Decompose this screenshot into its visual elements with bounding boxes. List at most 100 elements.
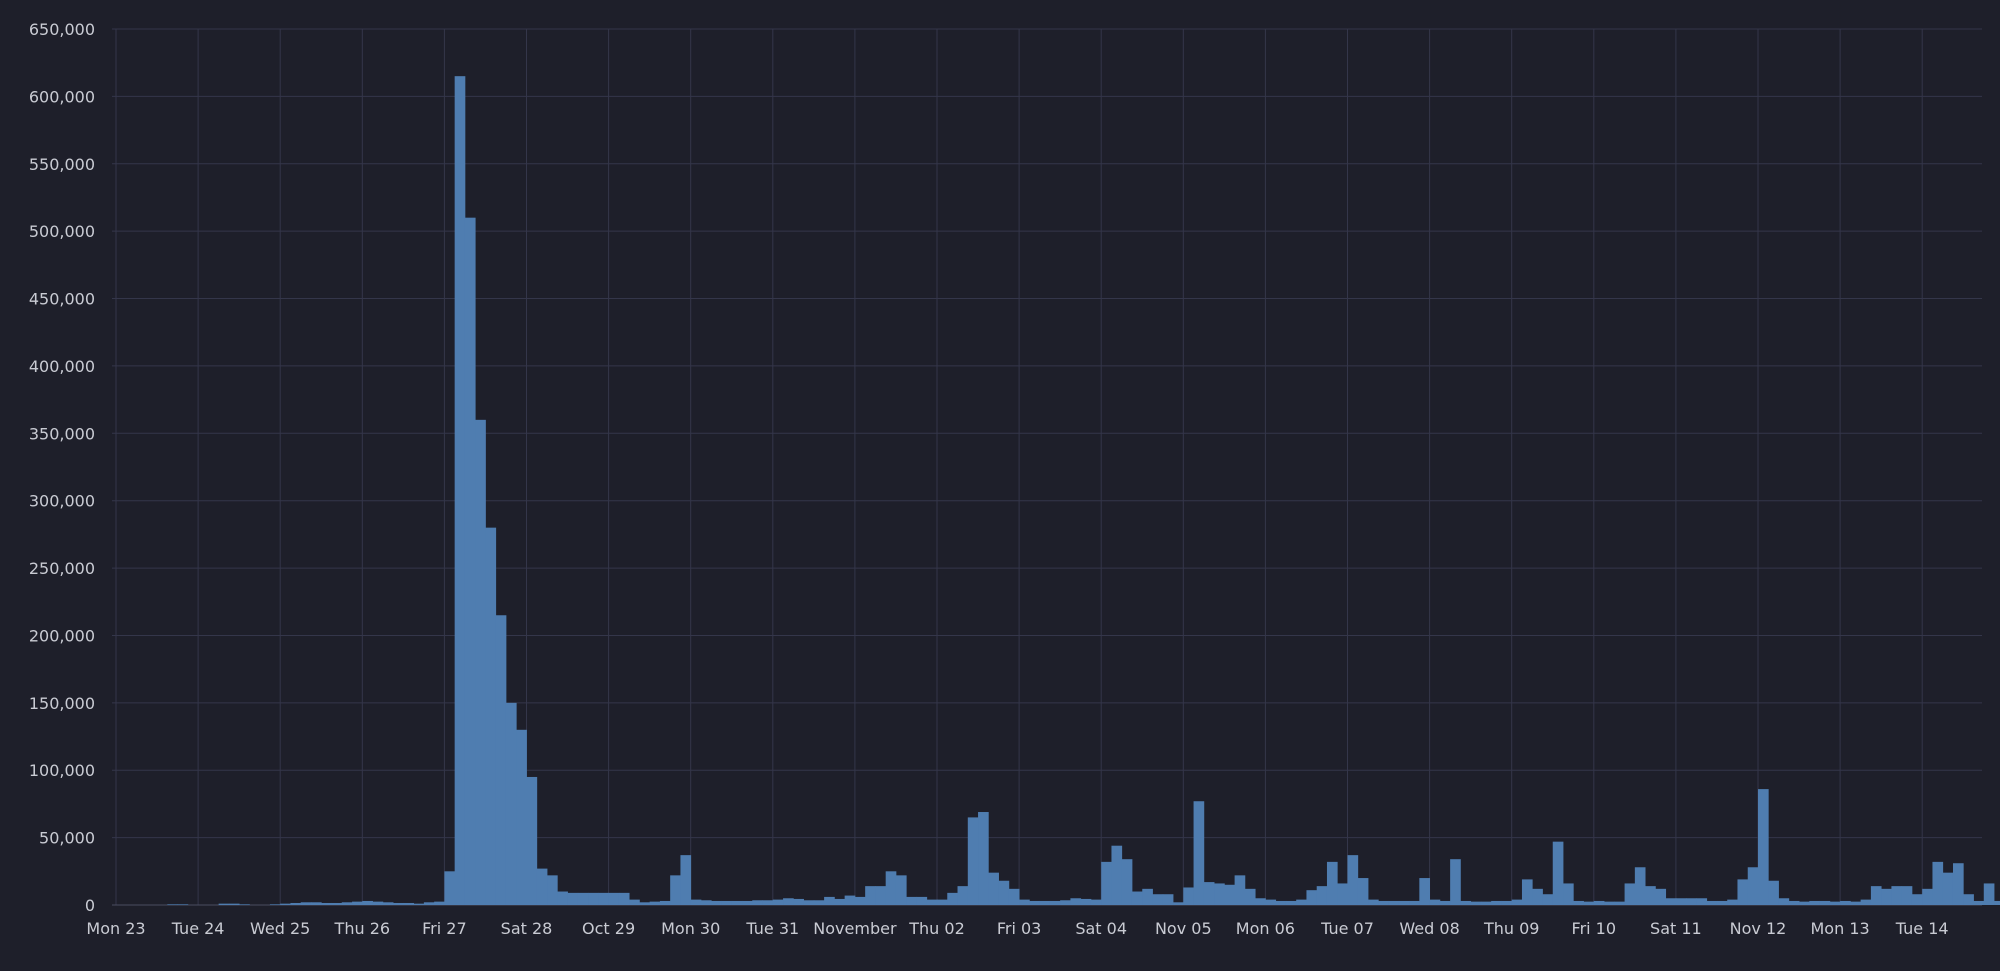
histogram-bar [1173,902,1184,905]
histogram-bar [1829,901,1841,905]
histogram-bar [967,817,979,905]
histogram-bar [321,902,332,905]
histogram-bar [1511,899,1523,905]
histogram-bar [700,900,712,905]
x-tick-label: Mon 13 [1811,919,1870,938]
histogram-bar [1470,901,1482,905]
histogram-bar [1285,900,1297,905]
histogram-bar [1870,886,1882,905]
histogram-bar [824,896,835,905]
x-axis: Mon 23 Tue 24 Wed 25 Thu 26 Fri 27 Sat 28 Oct … [86,919,1948,938]
histogram-bar [1747,867,1759,905]
histogram-bar [1480,901,1492,905]
x-tick-label: Tue 14 [1895,919,1949,938]
histogram-bar [505,702,517,905]
histogram-bar [1101,861,1112,905]
histogram-bar [957,886,969,905]
histogram-bar [516,729,527,905]
x-tick-label: Sat 28 [501,919,553,938]
histogram-bar [1614,901,1625,905]
histogram-bar [659,900,671,905]
histogram-bar [803,900,815,905]
chart-background [0,0,2000,971]
x-tick-label: Mon 23 [86,919,145,938]
histogram-bar [1799,901,1810,905]
y-tick-label: 200,000 [29,626,95,645]
histogram-bar [547,875,558,905]
histogram-bar [670,875,681,905]
histogram-bar [1604,901,1615,905]
x-tick-label: Sat 04 [1075,919,1127,938]
histogram-bar [1840,900,1851,905]
histogram-bar [454,76,466,906]
histogram-bar [916,896,928,905]
histogram-bar [1234,875,1246,905]
x-tick-label: Wed 25 [250,919,310,938]
histogram-bar [1788,900,1800,905]
histogram-bar [1203,882,1215,905]
histogram-bar [1645,886,1656,905]
histogram-bar [1306,890,1318,905]
histogram-bar [1378,900,1389,905]
x-tick-label: Oct 29 [582,919,635,938]
histogram-bar [618,892,630,905]
histogram-bar [1922,888,1933,905]
x-tick-label: Fri 03 [997,919,1042,938]
x-tick-label: Mon 06 [1236,919,1295,938]
histogram-bar [300,902,312,905]
histogram-bar [536,868,548,905]
histogram-bar [1809,900,1820,905]
histogram-bar [649,901,661,905]
histogram-bar [1994,900,2000,905]
histogram-bar [475,419,486,905]
histogram-bar [1450,859,1461,905]
histogram-bar [731,900,743,905]
histogram-bar [372,901,384,905]
histogram-bar [341,902,353,905]
histogram-bar [1398,900,1410,905]
y-tick-label: 650,000 [29,20,95,39]
histogram-bar [1265,899,1277,905]
histogram-bar [1573,900,1584,905]
histogram-bar [988,872,999,905]
histogram-bar [1183,887,1194,905]
histogram-bar [239,904,250,905]
histogram-bar [690,899,702,905]
histogram-bar [413,903,425,905]
y-tick-label: 250,000 [29,559,95,578]
histogram-bar [393,902,404,905]
histogram-bar [1296,899,1307,905]
y-tick-label: 350,000 [29,424,95,443]
histogram-bar [423,902,435,905]
histogram-bar [854,896,866,905]
histogram-bar [1214,883,1225,905]
histogram-bar [1850,901,1862,905]
x-tick-label: Tue 24 [171,919,225,938]
histogram-bar [1460,900,1472,905]
histogram-bar [1963,894,1974,905]
histogram-bar [998,880,1010,905]
histogram-bar [1121,859,1133,905]
histogram-bar [1029,900,1041,905]
x-tick-label: Nov 12 [1730,919,1787,938]
histogram-bar [1911,894,1923,905]
histogram-bar [639,902,651,905]
x-tick-label: Tue 31 [745,919,799,938]
histogram-bar [1388,900,1400,905]
y-tick-label: 600,000 [29,87,95,106]
histogram-bar [1532,888,1543,905]
histogram-bar [1060,900,1071,905]
histogram-bar [1675,898,1687,905]
histogram-bar [434,901,445,905]
histogram-bar [362,900,373,905]
histogram-bar [495,615,507,905]
histogram-bar [1439,900,1451,905]
histogram-bar [937,899,948,905]
x-tick-label: Thu 09 [1483,919,1540,938]
histogram-bar [577,892,589,905]
histogram-bar [280,903,291,905]
histogram-bar [752,900,763,905]
histogram-bar [1686,898,1697,905]
histogram-bar [310,902,322,905]
histogram-bar [1727,899,1738,905]
